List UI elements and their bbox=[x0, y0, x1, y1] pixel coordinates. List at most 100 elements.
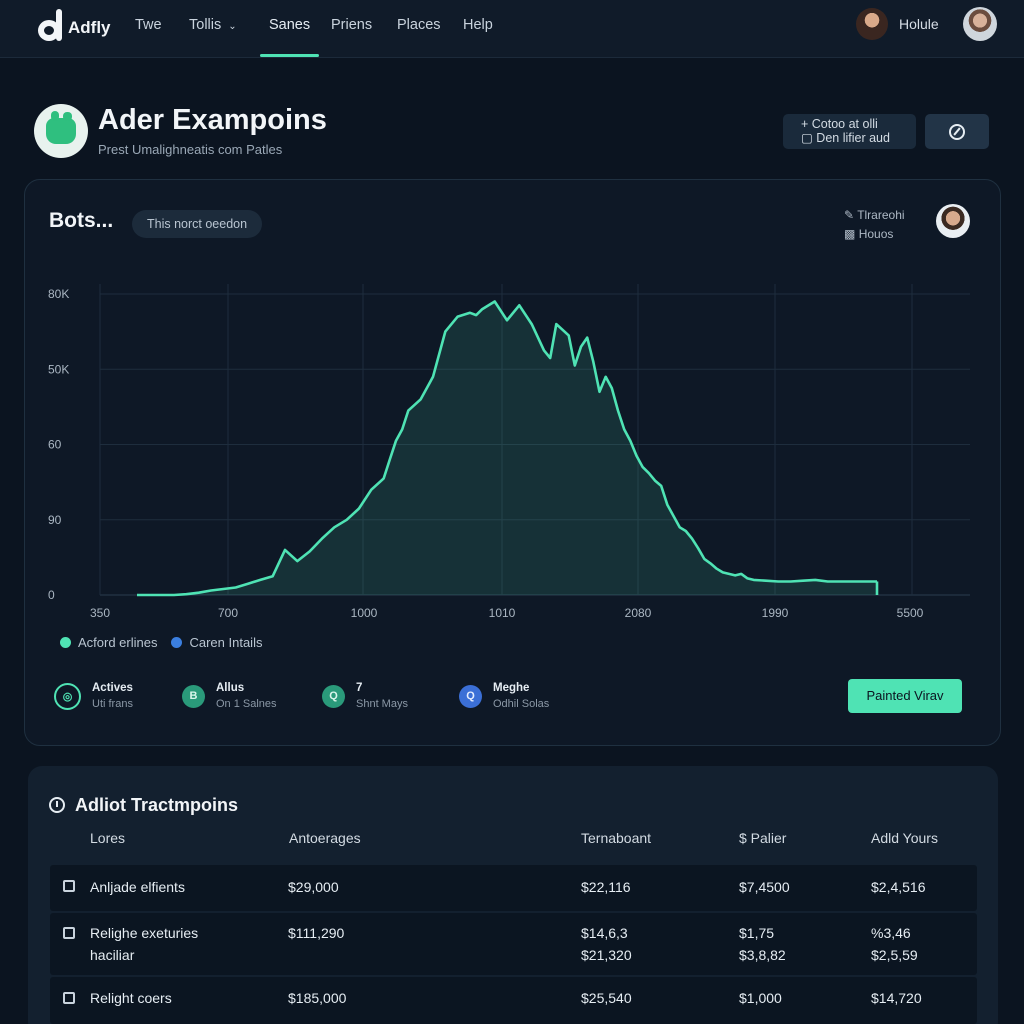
chart-owner-avatar[interactable] bbox=[936, 204, 970, 238]
y-axis-ticks: 0 90 60 50K 80K bbox=[48, 287, 69, 602]
logo-text: Adfly bbox=[68, 18, 111, 37]
filter-chip[interactable]: This norct oeedon bbox=[132, 210, 263, 238]
x-tick-label: 1010 bbox=[489, 606, 516, 620]
target-icon: ◎ bbox=[54, 682, 81, 710]
column-header[interactable]: Ternaboant bbox=[581, 830, 651, 846]
nav-item-tollis[interactable]: Tollis ⌄ bbox=[189, 0, 237, 58]
x-tick-label: 1000 bbox=[351, 606, 378, 620]
x-tick-label: 350 bbox=[90, 606, 110, 620]
nav-item-places[interactable]: Places bbox=[397, 0, 441, 58]
table-cell: $1,000 bbox=[739, 990, 782, 1006]
badge-icon: Q bbox=[459, 684, 482, 708]
table-row[interactable]: Relighe exeturies haciliar $111,290 $14,6… bbox=[50, 913, 977, 975]
legend-item-acford[interactable]: Acford erlines bbox=[60, 635, 157, 650]
card-meta: ✎ Tlrareohi ▩ Houos bbox=[844, 206, 905, 244]
table-cell: Anljade elfients bbox=[90, 879, 185, 895]
stat-sub: Uti frans bbox=[92, 698, 133, 710]
stat-sub: Shnt Mays bbox=[356, 698, 408, 710]
nav-item-priens[interactable]: Priens bbox=[331, 0, 372, 58]
column-header[interactable]: Lores bbox=[90, 830, 125, 846]
chart-card-title: Bots... bbox=[49, 209, 114, 232]
primary-action-button[interactable]: Painted Virav bbox=[848, 679, 962, 713]
y-tick-label: 80K bbox=[48, 287, 69, 301]
stat-seven[interactable]: Q 7 Shnt Mays bbox=[322, 680, 408, 712]
stat-allus[interactable]: B Allus On 1 Salnes bbox=[182, 680, 277, 712]
page-title: Ader Exampoins bbox=[98, 104, 327, 136]
stat-meghe[interactable]: Q Meghe Odhil Solas bbox=[459, 680, 549, 712]
compass-button[interactable] bbox=[925, 114, 989, 149]
stat-label: Meghe bbox=[493, 682, 530, 694]
table-cell: Relight coers bbox=[90, 990, 172, 1006]
table-cell: $2,4,516 bbox=[871, 879, 926, 895]
legend-label: Acford erlines bbox=[78, 635, 158, 650]
compass-icon bbox=[949, 123, 965, 140]
stacked-action-button[interactable]: + Cotoo at olli ▢ Den lifier aud bbox=[783, 114, 916, 149]
user-name[interactable]: Holule bbox=[899, 16, 939, 32]
table-cell: $14,6,3 $21,320 bbox=[581, 925, 632, 963]
calendar-icon: ▩ bbox=[844, 227, 856, 241]
stat-actives[interactable]: ◎ Actives Uti frans bbox=[54, 680, 133, 712]
table-row[interactable]: Anljade elfients $29,000 $22,116 $7,4500… bbox=[50, 865, 977, 911]
stat-sub: Odhil Solas bbox=[493, 698, 550, 710]
stat-label: Actives bbox=[92, 682, 133, 694]
y-tick-label: 0 bbox=[48, 588, 55, 602]
table-cell: $111,290 bbox=[288, 925, 345, 941]
chevron-down-icon: ⌄ bbox=[228, 21, 237, 32]
x-axis-ticks: 350 700 1000 1010 2080 1990 5500 bbox=[90, 606, 924, 620]
avatar[interactable] bbox=[856, 8, 888, 40]
row-checkbox[interactable] bbox=[63, 927, 75, 939]
table-cell: $14,720 bbox=[871, 990, 922, 1006]
meta-line-hours[interactable]: ▩ Houos bbox=[844, 225, 905, 244]
nav-item-tollis-label: Tollis bbox=[189, 17, 222, 33]
nav-item-sanes[interactable]: Sanes bbox=[259, 0, 320, 58]
meta-line-edit[interactable]: ✎ Tlrareohi bbox=[844, 206, 905, 225]
table-cell: Relighe exeturies haciliar bbox=[90, 925, 199, 963]
y-tick-label: 60 bbox=[48, 438, 62, 452]
badge-icon: B bbox=[182, 684, 205, 708]
column-header[interactable]: Antoerages bbox=[289, 830, 361, 846]
row-checkbox[interactable] bbox=[63, 880, 75, 892]
logo-mark-icon bbox=[38, 9, 64, 41]
table-title: Adliot Tractmpoins bbox=[75, 795, 239, 815]
legend-label: Caren Intails bbox=[189, 635, 263, 650]
meta-line-hours-label: Houos bbox=[858, 227, 894, 241]
area-chart: 0 90 60 50K 80K 350 700 1000 1010 2080 1990 5500 bbox=[48, 284, 970, 620]
stacked-action-line-2: ▢ Den lifier aud bbox=[801, 131, 916, 145]
legend-item-caren[interactable]: Caren Intails bbox=[171, 635, 262, 650]
meta-line-edit-label: Tlrareohi bbox=[857, 208, 905, 222]
y-tick-label: 90 bbox=[48, 513, 62, 527]
calendar-icon: ▢ bbox=[801, 131, 813, 145]
profile-avatar[interactable] bbox=[963, 7, 997, 41]
pencil-icon: ✎ bbox=[844, 208, 855, 222]
page-icon bbox=[34, 104, 88, 158]
table-cell: $1,75 $3,8,82 bbox=[739, 925, 786, 963]
app-logo[interactable]: Adfly bbox=[38, 9, 111, 41]
table-row[interactable]: Relight coers $185,000 $25,540 $1,000 $1… bbox=[50, 977, 977, 1024]
stat-label: 7 bbox=[356, 682, 363, 694]
stacked-action-line-2-label: Den lifier aud bbox=[816, 131, 890, 145]
chart-legend: Acford erlines Caren Intails bbox=[60, 635, 276, 650]
table-cell: $185,000 bbox=[288, 990, 347, 1006]
table-cell: $22,116 bbox=[581, 879, 631, 895]
column-header[interactable]: $ Palier bbox=[739, 830, 786, 846]
row-checkbox[interactable] bbox=[63, 992, 75, 1004]
table-cell: $29,000 bbox=[288, 879, 339, 895]
nav-item-help[interactable]: Help bbox=[463, 0, 493, 58]
x-tick-label: 5500 bbox=[897, 606, 924, 620]
page-subtitle: Prest Umalighneatis com Patles bbox=[98, 142, 283, 157]
column-header[interactable]: Adld Yours bbox=[871, 830, 938, 846]
x-tick-label: 700 bbox=[218, 606, 238, 620]
clock-icon bbox=[49, 797, 65, 813]
badge-icon: Q bbox=[322, 684, 345, 708]
table-cell: $7,4500 bbox=[739, 879, 790, 895]
stacked-action-line-1: + Cotoo at olli bbox=[801, 117, 878, 131]
table-cell: $25,540 bbox=[581, 990, 632, 1006]
legend-dot-icon bbox=[171, 637, 183, 648]
nav-item-twe[interactable]: Twe bbox=[135, 0, 162, 58]
stat-label: Allus bbox=[216, 682, 245, 694]
table-cell: %3,46 $2,5,59 bbox=[871, 925, 918, 963]
top-navigation-bar: Adfly Twe Tollis ⌄ Sanes Priens Places He… bbox=[0, 0, 1024, 58]
x-tick-label: 1990 bbox=[762, 606, 789, 620]
area-fill bbox=[137, 301, 877, 595]
y-tick-label: 50K bbox=[48, 362, 69, 376]
